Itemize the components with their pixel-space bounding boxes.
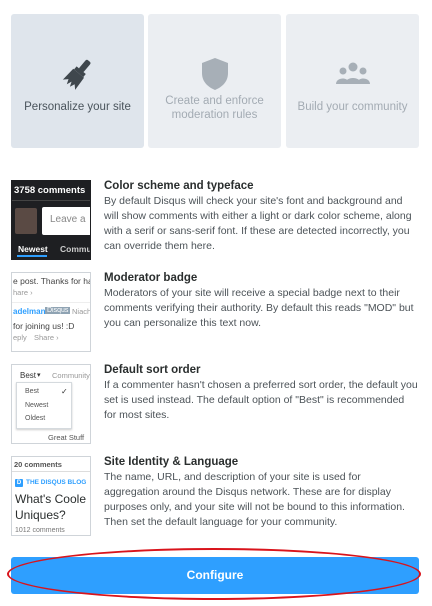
shield-icon [201, 58, 228, 90]
moderator-badge-preview: e post. Thanks for havin hare › adelman … [11, 272, 91, 352]
disqus-logo-icon: D [15, 479, 23, 487]
avatar [15, 208, 37, 234]
chevron-down-icon: ▾ [37, 372, 41, 379]
brush-icon [62, 59, 90, 90]
configure-button[interactable]: Configure [11, 557, 419, 594]
check-icon: ✓ [61, 387, 68, 396]
sort-dropdown: Best ✓ Newest Oldest [16, 382, 72, 429]
site-identity-preview: 20 comments D THE DISQUS BLOG What's Coo… [11, 456, 91, 536]
tab-moderation[interactable]: Create and enforce moderation rules [148, 14, 281, 148]
community-icon [335, 62, 370, 84]
tab-personalize[interactable]: Personalize your site [11, 14, 144, 148]
configure-area: Configure [7, 548, 421, 600]
tab-community[interactable]: Build your community [286, 14, 419, 148]
mod-badge: Disqus [45, 307, 71, 314]
sort-order-preview: Best ▾ Community Best ✓ Newest Oldest Gr… [11, 364, 91, 444]
color-scheme-preview: 3758 comments Leave a Newest Commun [11, 180, 91, 260]
feature-tabs: Personalize your site Create and enforce… [11, 14, 419, 148]
